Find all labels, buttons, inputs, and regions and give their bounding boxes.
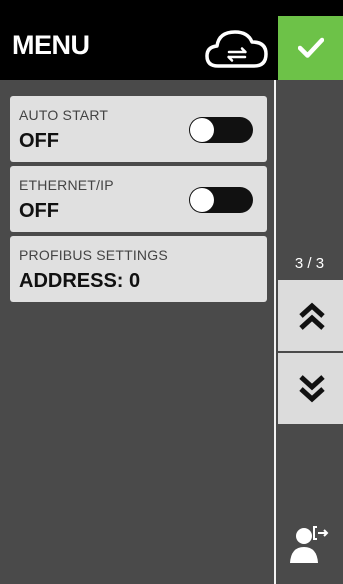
double-chevron-up-icon	[298, 302, 325, 330]
auto-start-toggle[interactable]	[189, 117, 253, 143]
settings-panel: AUTO START OFF ETHERNET/IP OFF PROFIBUS …	[0, 80, 274, 584]
setting-label: PROFIBUS SETTINGS	[19, 247, 168, 263]
setting-value: ADDRESS: 0	[19, 270, 141, 292]
page-title: MENU	[12, 30, 90, 60]
setting-auto-start[interactable]: AUTO START OFF	[10, 96, 267, 162]
setting-value: OFF	[19, 200, 59, 222]
logout-button[interactable]	[290, 523, 330, 567]
toggle-knob	[190, 118, 214, 142]
page-indicator: 3 / 3	[294, 255, 325, 272]
setting-label: ETHERNET/IP	[19, 177, 114, 193]
header-bar: MENU	[0, 0, 343, 80]
setting-profibus[interactable]: PROFIBUS SETTINGS ADDRESS: 0	[10, 236, 267, 302]
checkmark-icon	[297, 37, 324, 58]
setting-label: AUTO START	[19, 107, 109, 123]
setting-value: OFF	[19, 130, 59, 152]
setting-ethernet-ip[interactable]: ETHERNET/IP OFF	[10, 166, 267, 232]
ethernet-ip-toggle[interactable]	[189, 187, 253, 213]
double-chevron-down-icon	[298, 374, 325, 402]
confirm-button[interactable]	[278, 16, 343, 80]
side-navigation: 3 / 3	[276, 80, 343, 584]
user-logout-icon	[290, 526, 329, 563]
page-down-button[interactable]	[278, 353, 343, 424]
page-up-button[interactable]	[278, 280, 343, 351]
toggle-knob	[190, 188, 214, 212]
cloud-sync-icon[interactable]	[204, 26, 270, 72]
